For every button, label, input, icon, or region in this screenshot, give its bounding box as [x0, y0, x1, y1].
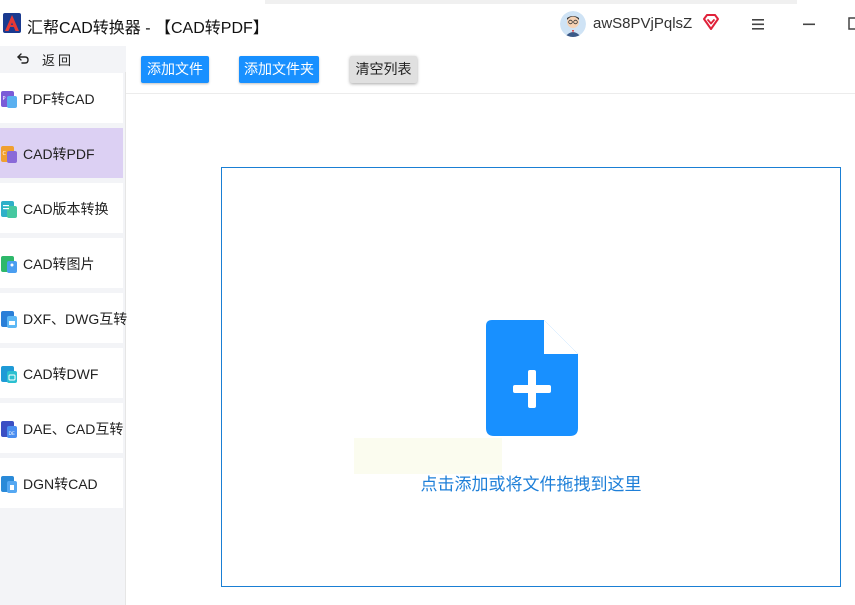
add-file-button[interactable]: 添加文件	[141, 56, 209, 83]
title-bar: 汇帮CAD转换器 - 【CAD转PDF】 awS8PVjPqlsZ	[0, 0, 855, 46]
sidebar-item-dxf-dwg[interactable]: DXF、DWG互转	[0, 293, 127, 343]
avatar-icon	[560, 11, 586, 37]
title-bar-strip	[265, 0, 797, 4]
sidebar-item-label: DAE、CAD互转	[23, 421, 124, 437]
sidebar-item-label: CAD转PDF	[23, 146, 95, 162]
back-button[interactable]: 返回	[0, 46, 126, 72]
back-arrow-icon	[17, 53, 29, 64]
sidebar-item-label: CAD版本转换	[23, 201, 109, 217]
cad-to-pdf-icon: C	[1, 146, 17, 163]
app-logo-icon	[3, 13, 21, 33]
cad-version-icon	[1, 201, 17, 218]
maximize-icon[interactable]	[845, 15, 855, 33]
file-add-icon[interactable]	[486, 320, 578, 436]
sidebar-item-label: CAD转图片	[23, 256, 95, 272]
decorative-band	[354, 438, 502, 474]
sidebar-item-label: DGN转CAD	[23, 476, 98, 492]
cad-to-dwf-icon	[1, 366, 17, 383]
sidebar-item-label: CAD转DWF	[23, 366, 99, 382]
pdf-to-cad-icon: P	[1, 91, 17, 108]
sidebar-item-label: DXF、DWG互转	[23, 311, 128, 327]
sidebar-item-label: PDF转CAD	[23, 91, 95, 107]
toolbar: 添加文件 添加文件夹 清空列表	[126, 46, 855, 94]
dxf-dwg-icon	[1, 311, 17, 328]
username[interactable]: awS8PVjPqlsZ	[593, 15, 692, 32]
sidebar-item-cad-to-dwf[interactable]: CAD转DWF	[0, 348, 123, 398]
dae-cad-icon: DE	[1, 421, 17, 438]
drop-hint-text: 点击添加或将文件拖拽到这里	[420, 475, 642, 494]
menu-icon[interactable]	[749, 15, 767, 33]
clear-list-button[interactable]: 清空列表	[350, 56, 417, 83]
minimize-icon[interactable]	[800, 15, 818, 33]
sidebar: 返回 P PDF转CAD C CAD转PDF CAD版本转换 CAD转图片 DX…	[0, 46, 127, 605]
vip-diamond-icon[interactable]	[702, 13, 720, 31]
sidebar-item-pdf-to-cad[interactable]: P PDF转CAD	[0, 73, 123, 123]
cad-to-image-icon	[1, 256, 17, 273]
svg-text:DE: DE	[9, 431, 15, 437]
avatar[interactable]	[560, 11, 586, 37]
svg-text:P: P	[3, 96, 6, 102]
svg-text:C: C	[3, 151, 7, 157]
add-folder-button[interactable]: 添加文件夹	[239, 56, 319, 83]
sidebar-item-dae-cad[interactable]: DE DAE、CAD互转	[0, 403, 123, 453]
back-label: 返回	[42, 53, 75, 68]
sidebar-item-cad-to-pdf[interactable]: C CAD转PDF	[0, 128, 123, 178]
file-drop-zone[interactable]: 点击添加或将文件拖拽到这里	[221, 167, 841, 587]
dgn-to-cad-icon	[1, 476, 17, 493]
sidebar-item-cad-version[interactable]: CAD版本转换	[0, 183, 123, 233]
window-title: 汇帮CAD转换器 - 【CAD转PDF】	[27, 20, 269, 37]
sidebar-item-dgn-to-cad[interactable]: DGN转CAD	[0, 458, 123, 508]
sidebar-item-cad-to-image[interactable]: CAD转图片	[0, 238, 123, 288]
